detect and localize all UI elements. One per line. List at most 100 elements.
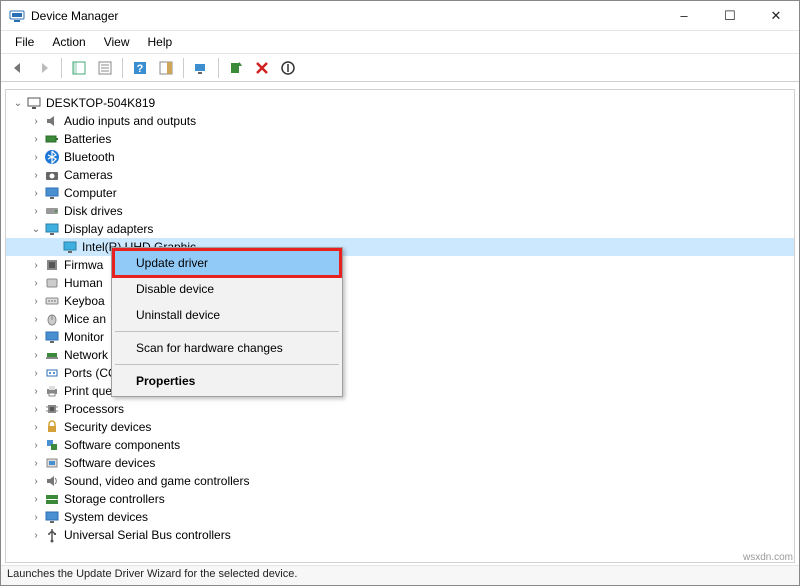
audio-icon xyxy=(44,113,60,129)
tree-item-security[interactable]: ›Security devices xyxy=(6,418,794,436)
app-icon xyxy=(9,8,25,24)
computer-small-icon xyxy=(44,185,60,201)
svg-text:?: ? xyxy=(137,63,144,75)
status-bar: Launches the Update Driver Wizard for th… xyxy=(1,565,799,585)
expand-icon[interactable]: › xyxy=(30,422,42,433)
properties-button[interactable] xyxy=(94,57,116,79)
ctx-disable-device[interactable]: Disable device xyxy=(114,276,340,302)
expand-icon[interactable]: › xyxy=(30,368,42,379)
tree-item-processors[interactable]: › Processors xyxy=(6,400,794,418)
monitor-icon xyxy=(44,329,60,345)
expand-icon[interactable]: › xyxy=(30,152,42,163)
system-icon xyxy=(44,509,60,525)
tree-label: Computer xyxy=(64,186,117,200)
expand-icon[interactable]: › xyxy=(30,314,42,325)
window-title: Device Manager xyxy=(31,9,661,23)
toolbar-separator xyxy=(183,58,184,78)
disable-device-button[interactable] xyxy=(277,57,299,79)
tree-item-usb[interactable]: ›Universal Serial Bus controllers xyxy=(6,526,794,544)
expand-icon[interactable]: › xyxy=(30,296,42,307)
expand-icon[interactable]: › xyxy=(30,494,42,505)
toolbar-separator xyxy=(61,58,62,78)
bluetooth-icon xyxy=(44,149,60,165)
scan-hardware-button[interactable] xyxy=(190,57,212,79)
tree-item-swdev[interactable]: ›Software devices xyxy=(6,454,794,472)
expand-icon[interactable]: › xyxy=(30,476,42,487)
menu-help[interactable]: Help xyxy=(140,33,181,51)
tree-item-audio[interactable]: › Audio inputs and outputs xyxy=(6,112,794,130)
maximize-button[interactable]: ☐ xyxy=(707,1,753,30)
storage-icon xyxy=(44,491,60,507)
menu-bar: File Action View Help xyxy=(1,31,799,54)
expand-icon[interactable]: › xyxy=(30,332,42,343)
tree-label: Batteries xyxy=(64,132,111,146)
ctx-separator xyxy=(115,364,339,365)
expand-icon[interactable]: › xyxy=(30,116,42,127)
software-component-icon xyxy=(44,437,60,453)
expand-icon[interactable]: › xyxy=(30,386,42,397)
tree-item-cameras[interactable]: ›Cameras xyxy=(6,166,794,184)
window-controls: – ☐ ✕ xyxy=(661,1,799,30)
ctx-update-driver[interactable]: Update driver xyxy=(114,250,340,276)
ctx-properties[interactable]: Properties xyxy=(114,368,340,394)
expand-icon[interactable]: › xyxy=(30,278,42,289)
expand-icon[interactable]: › xyxy=(30,206,42,217)
expand-icon[interactable]: › xyxy=(30,350,42,361)
ctx-scan-hardware[interactable]: Scan for hardware changes xyxy=(114,335,340,361)
toolbar: ? xyxy=(1,54,799,82)
tree-item-display[interactable]: ⌄Display adapters xyxy=(6,220,794,238)
show-hide-console-tree-button[interactable] xyxy=(68,57,90,79)
tree-label: Disk drives xyxy=(64,204,123,218)
expand-icon[interactable]: › xyxy=(30,512,42,523)
tree-label: Monitor xyxy=(64,330,104,344)
expand-icon[interactable]: › xyxy=(30,458,42,469)
tree-label: Firmwa xyxy=(64,258,103,272)
tree-item-swcomp[interactable]: ›Software components xyxy=(6,436,794,454)
tree-item-storage[interactable]: ›Storage controllers xyxy=(6,490,794,508)
ctx-separator xyxy=(115,331,339,332)
title-bar: Device Manager – ☐ ✕ xyxy=(1,1,799,31)
tree-item-disk[interactable]: › Disk drives xyxy=(6,202,794,220)
tree-label: Mice an xyxy=(64,312,106,326)
uninstall-device-button[interactable] xyxy=(251,57,273,79)
computer-icon xyxy=(26,95,42,111)
camera-icon xyxy=(44,167,60,183)
ctx-uninstall-device[interactable]: Uninstall device xyxy=(114,302,340,328)
tree-label: Human xyxy=(64,276,103,290)
expand-icon[interactable]: › xyxy=(30,170,42,181)
minimize-button[interactable]: – xyxy=(661,1,707,30)
help-button[interactable]: ? xyxy=(129,57,151,79)
expand-icon[interactable]: › xyxy=(30,188,42,199)
tree-item-bluetooth[interactable]: ›Bluetooth xyxy=(6,148,794,166)
expand-icon[interactable]: › xyxy=(30,530,42,541)
expand-icon[interactable]: › xyxy=(30,440,42,451)
toolbar-separator xyxy=(122,58,123,78)
close-button[interactable]: ✕ xyxy=(753,1,799,30)
tree-label: Audio inputs and outputs xyxy=(64,114,196,128)
display-icon xyxy=(44,221,60,237)
tree-item-batteries[interactable]: › Batteries xyxy=(6,130,794,148)
expand-icon[interactable]: › xyxy=(30,260,42,271)
collapse-icon[interactable]: ⌄ xyxy=(30,224,42,235)
tree-label: Processors xyxy=(64,402,124,416)
expand-icon[interactable]: › xyxy=(30,134,42,145)
software-device-icon xyxy=(44,455,60,471)
menu-action[interactable]: Action xyxy=(44,33,93,51)
collapse-icon[interactable]: ⌄ xyxy=(12,98,24,109)
action-pane-button[interactable] xyxy=(155,57,177,79)
security-icon xyxy=(44,419,60,435)
back-button[interactable] xyxy=(7,57,29,79)
update-driver-button[interactable] xyxy=(225,57,247,79)
menu-file[interactable]: File xyxy=(7,33,42,51)
menu-view[interactable]: View xyxy=(96,33,138,51)
tree-item-system[interactable]: › System devices xyxy=(6,508,794,526)
disk-icon xyxy=(44,203,60,219)
tree-label: System devices xyxy=(64,510,148,524)
expand-icon[interactable]: › xyxy=(30,404,42,415)
forward-button[interactable] xyxy=(33,57,55,79)
ports-icon xyxy=(44,365,60,381)
tree-label: Keyboa xyxy=(64,294,105,308)
tree-item-sound[interactable]: ›Sound, video and game controllers xyxy=(6,472,794,490)
tree-root[interactable]: ⌄ DESKTOP-504K819 xyxy=(6,94,794,112)
tree-item-computer[interactable]: › Computer xyxy=(6,184,794,202)
